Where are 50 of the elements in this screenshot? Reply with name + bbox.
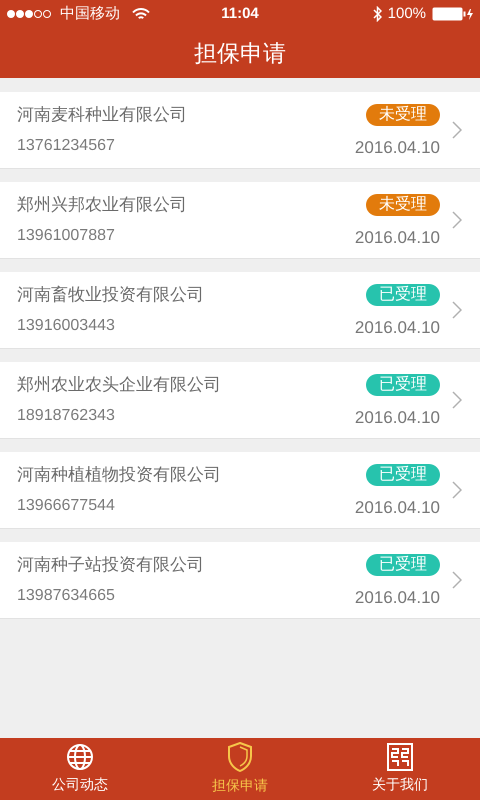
company-name: 河南畜牧业投资有限公司 (17, 284, 205, 306)
tab-bar-item[interactable]: 公司动态 (0, 738, 160, 800)
phone-number: 13961007887 (17, 226, 116, 246)
status-badge: 已受理 (366, 554, 440, 576)
phone-number: 18918762343 (17, 406, 116, 426)
wifi-icon (132, 8, 150, 20)
application-row[interactable]: 河南种子站投资有限公司 13987634665 已受理 2016.04.10 (0, 542, 480, 619)
globe-icon (66, 743, 94, 771)
battery-percent: 100% (388, 4, 426, 24)
tab-bar-item[interactable]: 担保申请 (160, 738, 320, 800)
shield-icon (227, 742, 253, 772)
battery-icon (432, 7, 474, 21)
application-row[interactable]: 郑州农业农头企业有限公司 18918762343 已受理 2016.04.10 (0, 362, 480, 439)
status-badge: 已受理 (366, 464, 440, 486)
status-badge: 未受理 (366, 104, 440, 126)
phone-number: 13916003443 (17, 316, 116, 336)
clock-time: 11:04 (221, 4, 259, 24)
date-text: 2016.04.10 (354, 316, 440, 339)
pattern-icon (387, 743, 413, 771)
application-row[interactable]: 河南畜牧业投资有限公司 13916003443 已受理 2016.04.10 (0, 272, 480, 349)
chevron-right-icon (452, 211, 462, 229)
application-row[interactable]: 河南种植植物投资有限公司 13966677544 已受理 2016.04.10 (0, 452, 480, 529)
company-name: 河南麦科种业有限公司 (17, 104, 188, 126)
company-name: 河南种植植物投资有限公司 (17, 464, 222, 486)
chevron-right-icon (452, 301, 462, 319)
status-badge: 已受理 (366, 284, 440, 306)
phone-number: 13761234567 (17, 136, 116, 156)
status-badge: 已受理 (366, 374, 440, 396)
application-row[interactable]: 河南麦科种业有限公司 13761234567 未受理 2016.04.10 (0, 92, 480, 169)
date-text: 2016.04.10 (354, 586, 440, 609)
bluetooth-icon (372, 6, 382, 22)
chevron-right-icon (452, 121, 462, 139)
phone-number: 13987634665 (17, 586, 116, 606)
tab-bar-item[interactable]: 关于我们 (320, 738, 480, 800)
chevron-right-icon (452, 571, 462, 589)
chevron-right-icon (452, 481, 462, 499)
date-text: 2016.04.10 (354, 226, 440, 249)
phone-number: 13966677544 (17, 496, 116, 516)
date-text: 2016.04.10 (354, 136, 440, 159)
date-text: 2016.04.10 (354, 496, 440, 519)
carrier-name: 中国移动 (60, 4, 120, 24)
company-name: 河南种子站投资有限公司 (17, 554, 205, 576)
signal-icon (6, 9, 54, 19)
company-name: 郑州兴邦农业有限公司 (17, 194, 188, 216)
status-badge: 未受理 (366, 194, 440, 216)
chevron-right-icon (452, 391, 462, 409)
application-row[interactable]: 郑州兴邦农业有限公司 13961007887 未受理 2016.04.10 (0, 182, 480, 259)
page-title: 担保申请 (194, 38, 286, 68)
company-name: 郑州农业农头企业有限公司 (17, 374, 222, 396)
date-text: 2016.04.10 (354, 406, 440, 429)
